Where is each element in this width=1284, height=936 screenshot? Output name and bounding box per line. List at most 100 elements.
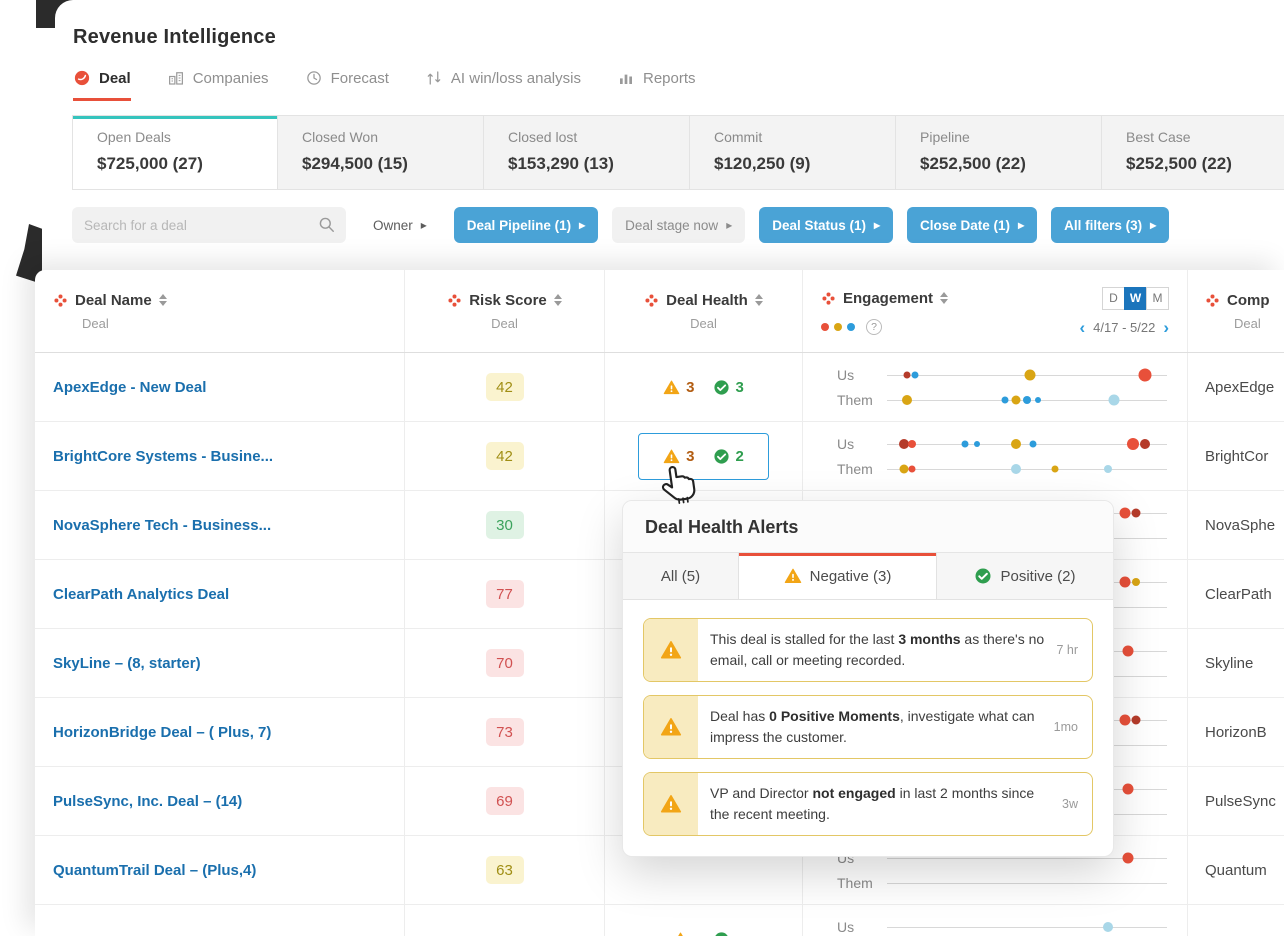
alert-text: VP and Director not engaged in last 2 mo…: [710, 785, 1035, 822]
company-name[interactable]: Quantum: [1205, 862, 1267, 879]
search-icon: [317, 215, 336, 234]
summary-card-value: $252,500 (22): [920, 154, 1026, 173]
company-header[interactable]: Comp Deal: [1188, 270, 1284, 352]
summary-card-value: $294,500 (15): [302, 154, 408, 173]
deal-name-cell: SkyLine – (8, starter): [35, 629, 405, 697]
risk-score-header-label: Risk Score: [469, 291, 547, 309]
summary-card-open-deals[interactable]: Open Deals $725,000 (27): [72, 115, 278, 190]
company-name[interactable]: BrightCor: [1205, 448, 1268, 465]
deal-name-link[interactable]: SkyLine – (8, starter): [53, 655, 201, 672]
toggle-d[interactable]: D: [1102, 286, 1125, 310]
company-name[interactable]: NovaSphe: [1205, 517, 1275, 534]
deal-name-link[interactable]: PulseSync, Inc. Deal – (14): [53, 793, 242, 810]
nav-tab-forecast[interactable]: Forecast: [305, 69, 389, 101]
filter-chip-close-date-1[interactable]: Close Date (1) ▸: [907, 207, 1038, 243]
company-name[interactable]: ApexEdge: [1205, 379, 1274, 396]
sort-icon[interactable]: [940, 292, 949, 304]
popover-tab-negative-3[interactable]: Negative (3): [739, 553, 937, 599]
popover-tab-label: All (5): [660, 567, 701, 585]
deal-name-link[interactable]: HorizonBridge Deal – ( Plus, 7): [53, 724, 271, 741]
nav-tab-ai-win-loss-analysis[interactable]: AI win/loss analysis: [425, 69, 581, 101]
filter-chip-deal-pipeline-1[interactable]: Deal Pipeline (1) ▸: [453, 207, 599, 243]
company-name[interactable]: ClearPath: [1205, 586, 1272, 603]
engagement-us-label: Us: [837, 435, 855, 452]
warning-icon: [672, 931, 689, 936]
engagement-dot: [1119, 714, 1131, 725]
engagement-dot: [961, 440, 969, 447]
deal-health-cell[interactable]: [605, 905, 803, 936]
help-icon[interactable]: ?: [866, 319, 882, 335]
deal-health-cell[interactable]: 3 3: [605, 353, 803, 421]
risk-score-cell: 77: [405, 560, 605, 628]
deal-name-link[interactable]: ApexEdge - New Deal: [53, 379, 206, 396]
engagement-them-strip: [887, 388, 1167, 412]
prev-range-icon[interactable]: ‹: [1080, 319, 1086, 336]
check-icon: [713, 931, 730, 936]
deal-name-header-sub: Deal: [82, 315, 109, 331]
summary-card-closed-lost[interactable]: Closed lost $153,290 (13): [484, 115, 690, 190]
company-name[interactable]: HorizonB: [1205, 724, 1267, 741]
sort-icon[interactable]: [754, 294, 763, 306]
deal-name-link[interactable]: QuantumTrail Deal – (Plus,4): [53, 862, 256, 879]
nav-tabs: Deal Companies Forecast AI win/loss anal…: [73, 69, 1284, 101]
deal-name-header[interactable]: Deal Name Deal: [35, 270, 405, 352]
next-range-icon[interactable]: ›: [1163, 319, 1169, 336]
risk-score-cell: 69: [405, 767, 605, 835]
engagement-cell: Us Them: [803, 905, 1188, 936]
company-cell: Quantum: [1188, 836, 1284, 904]
deal-name-link[interactable]: ClearPath Analytics Deal: [53, 586, 229, 603]
summary-card-label: Commit: [714, 129, 763, 145]
nav-tab-deal[interactable]: Deal: [73, 69, 131, 101]
alert-card[interactable]: Deal has 0 Positive Moments, investigate…: [643, 695, 1093, 759]
chevron-right-icon: ▸: [726, 218, 733, 232]
filter-chip-deal-status-1[interactable]: Deal Status (1) ▸: [759, 207, 894, 243]
filter-chip-deal-stage-now[interactable]: Deal stage now ▸: [612, 207, 746, 243]
sort-icon[interactable]: [553, 294, 562, 306]
engagement-dot: [1138, 368, 1152, 381]
summary-card-best-case[interactable]: Best Case $252,500 (22): [1102, 115, 1284, 190]
deal-health-cell[interactable]: 3 2: [605, 422, 803, 490]
company-name[interactable]: Skyline: [1205, 655, 1253, 672]
company-name[interactable]: PulseSync: [1205, 793, 1276, 810]
deal-name-link[interactable]: BrightCore Systems - Busine...: [53, 448, 273, 465]
filter-chip-owner[interactable]: Owner ▸: [360, 207, 440, 243]
table-row: Us Them: [35, 905, 1284, 936]
popover-tab-positive-2[interactable]: Positive (2): [937, 553, 1113, 599]
popover-tab-all-5[interactable]: All (5): [623, 553, 739, 599]
nav-tab-reports[interactable]: Reports: [617, 69, 696, 101]
summary-card-closed-won[interactable]: Closed Won $294,500 (15): [278, 115, 484, 190]
engagement-dot: [1108, 394, 1120, 405]
engagement-granularity-toggle[interactable]: DWM: [1102, 286, 1169, 310]
risk-score-header[interactable]: Risk Score Deal: [405, 270, 605, 352]
engagement-them-strip: [887, 871, 1167, 895]
filter-chip-all-filters-3[interactable]: All filters (3) ▸: [1051, 207, 1170, 243]
engagement-dot: [1122, 645, 1134, 656]
toggle-w[interactable]: W: [1124, 286, 1147, 310]
nav-tab-companies[interactable]: Companies: [167, 69, 269, 101]
summary-card-pipeline[interactable]: Pipeline $252,500 (22): [896, 115, 1102, 190]
deal-health-column-icon: [644, 293, 659, 308]
company-header-sub: Deal: [1234, 315, 1261, 331]
engagement-dot: [908, 439, 917, 448]
deal-name-link[interactable]: NovaSphere Tech - Business...: [53, 517, 271, 534]
deal-health-header[interactable]: Deal Health Deal: [605, 270, 803, 352]
engagement-legend: ?: [821, 319, 882, 335]
alert-card[interactable]: This deal is stalled for the last 3 mont…: [643, 618, 1093, 682]
summary-card-commit[interactable]: Commit $120,250 (9): [690, 115, 896, 190]
legend-dot: [821, 323, 829, 331]
search-input[interactable]: [72, 207, 346, 243]
nav-tab-label: Deal: [99, 69, 131, 87]
sort-icon[interactable]: [158, 294, 167, 306]
alert-warning-icon: [644, 696, 698, 758]
risk-score-cell: [405, 905, 605, 936]
company-cell: Skyline: [1188, 629, 1284, 697]
positive-count: 3: [735, 378, 744, 396]
engagement-dot: [1127, 437, 1140, 450]
filter-chip-label: Deal Pipeline (1): [466, 217, 572, 233]
toggle-m[interactable]: M: [1146, 286, 1169, 310]
company-cell: BrightCor: [1188, 422, 1284, 490]
alert-card[interactable]: VP and Director not engaged in last 2 mo…: [643, 772, 1093, 836]
engagement-dot: [1023, 395, 1031, 404]
engagement-cell: Us Them: [803, 422, 1188, 490]
engagement-dot: [1119, 507, 1131, 518]
